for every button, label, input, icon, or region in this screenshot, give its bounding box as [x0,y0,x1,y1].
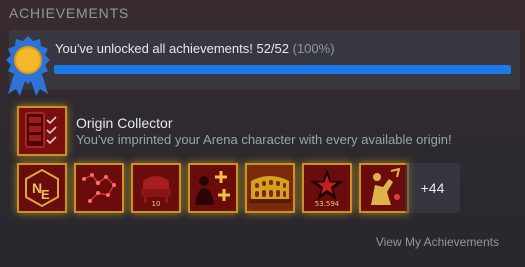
achievement-icon-row: N E 10 53.594 [17,163,467,213]
ne-monogram-icon[interactable]: N E [17,163,67,213]
warrior-icon[interactable] [359,163,409,213]
view-my-achievements-link[interactable]: View My Achievements [376,235,499,249]
colosseum-icon[interactable] [245,163,295,213]
featured-achievement-title: Origin Collector [76,115,173,131]
origin-collector-icon[interactable] [17,106,67,156]
svg-text:E: E [41,187,50,202]
star-badge-icon[interactable]: 53.594 [302,163,352,213]
silhouette-plus-icon[interactable] [188,163,238,213]
progress-message: You've unlocked all achievements! 52/52 … [55,41,335,56]
progress-bar-fill [54,65,511,74]
armchair-icon[interactable]: 10 [131,163,181,213]
progress-count-text: You've unlocked all achievements! 52/52 [55,41,289,56]
constellation-icon[interactable] [74,163,124,213]
armchair-icon-label: 10 [151,200,161,208]
progress-summary [9,30,520,90]
progress-bar [54,65,511,74]
featured-achievement-description: You've imprinted your Arena character wi… [76,132,452,147]
completion-badge-icon [4,34,52,100]
star-badge-icon-label: 53.594 [314,200,340,208]
progress-percent: (100%) [292,41,335,56]
more-achievements-button[interactable]: +44 [405,163,460,213]
achievements-panel: ACHIEVEMENTS You've unlocked all achieve… [0,0,525,267]
section-header: ACHIEVEMENTS [9,5,130,21]
